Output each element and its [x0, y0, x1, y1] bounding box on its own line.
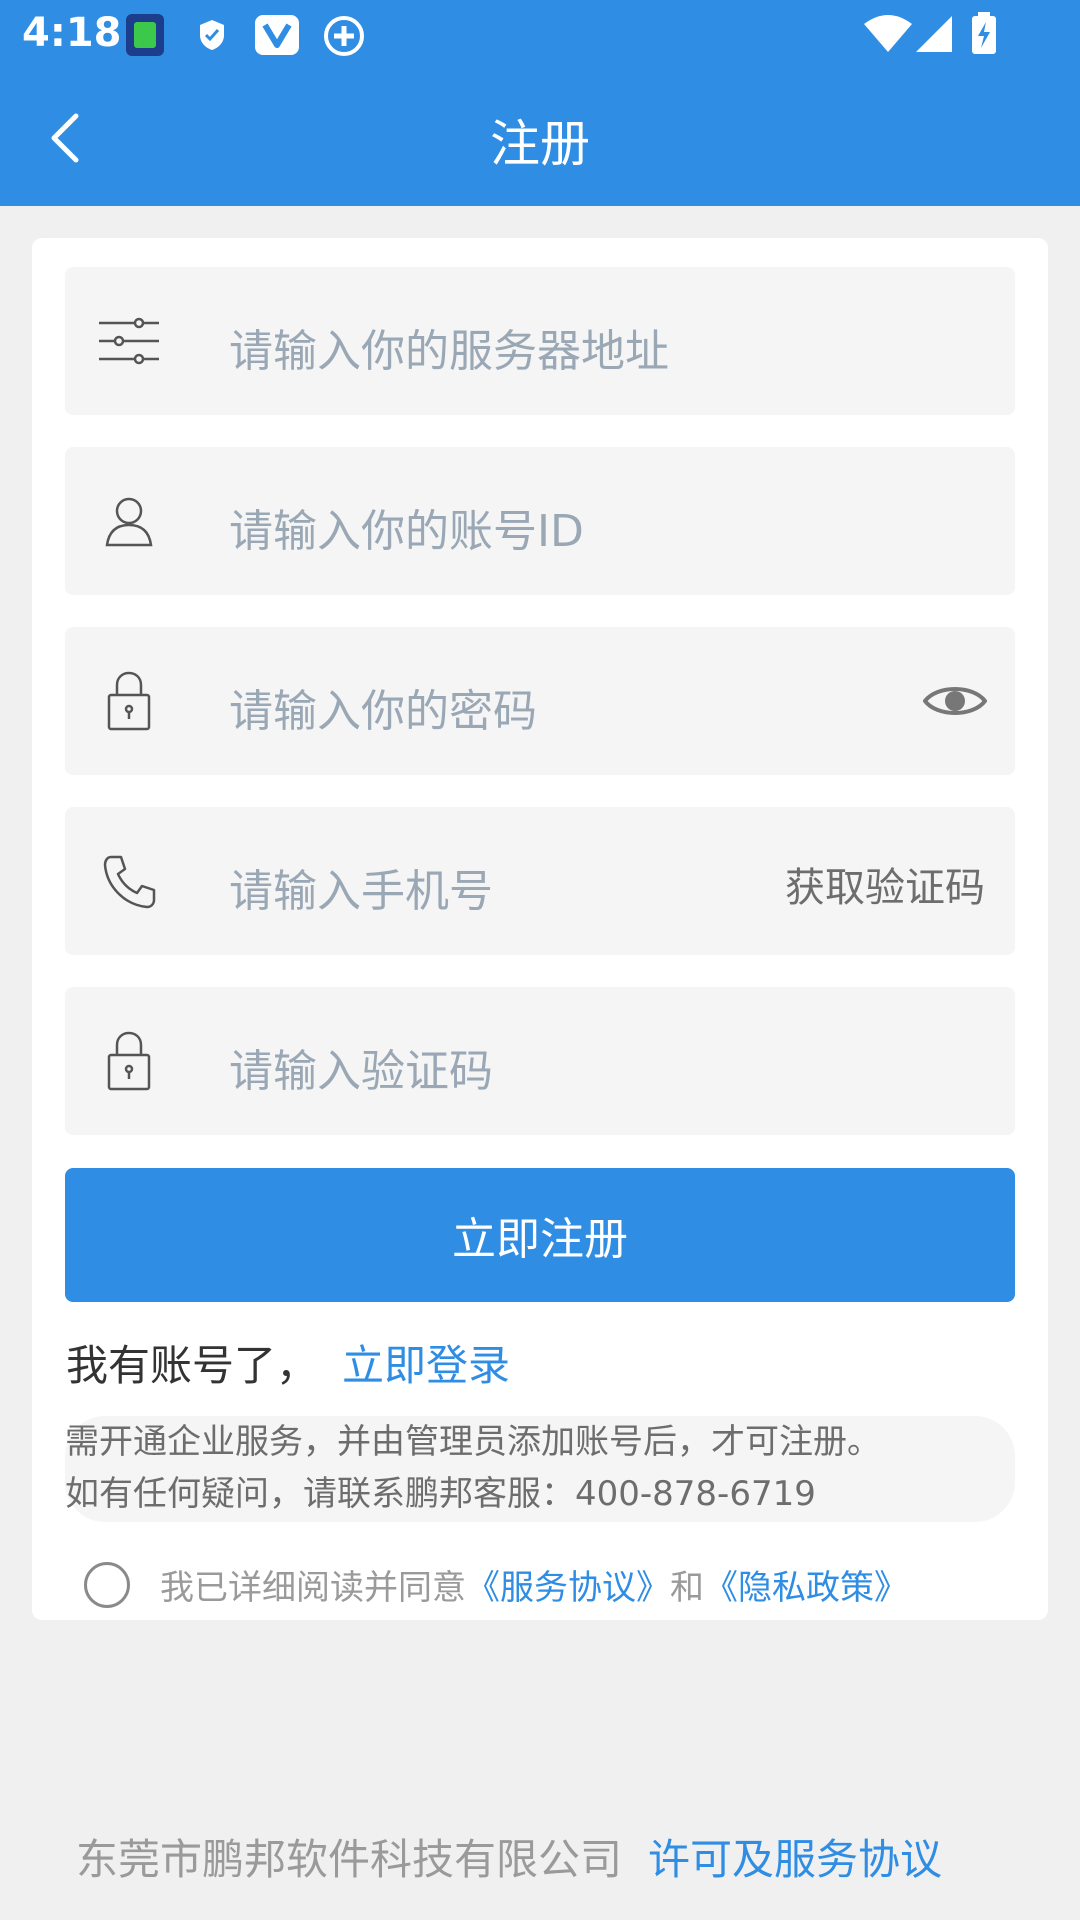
server-address-field[interactable]: 请输入你的服务器地址	[65, 267, 1015, 415]
footer: 东莞市鹏邦软件科技有限公司 许可及服务协议	[76, 1826, 942, 1887]
password-placeholder: 请输入你的密码	[229, 686, 537, 737]
status-bar: 4:18	[0, 0, 1080, 70]
password-field[interactable]: 请输入你的密码	[65, 627, 1015, 775]
login-prompt: 我有账号了， 立即登录	[66, 1332, 510, 1393]
phone-field[interactable]: 请输入手机号 获取验证码	[65, 807, 1015, 955]
agreement-and: 和	[670, 1568, 704, 1608]
app-notification-icon	[126, 14, 164, 56]
server-address-placeholder: 请输入你的服务器地址	[229, 326, 669, 377]
account-id-placeholder: 请输入你的账号ID	[229, 506, 584, 557]
license-agreement-link[interactable]: 许可及服务协议	[648, 1835, 942, 1884]
notice-box: 需开通企业服务，并由管理员添加账号后，才可注册。 如有任何疑问，请联系鹏邦客服：…	[65, 1416, 1015, 1522]
agreement-prefix: 我已详细阅读并同意	[160, 1568, 466, 1608]
company-name: 东莞市鹏邦软件科技有限公司	[76, 1835, 623, 1884]
user-icon	[105, 497, 153, 547]
agreement-radio[interactable]	[84, 1561, 130, 1608]
settings-sliders-icon	[99, 317, 159, 365]
account-id-field[interactable]: 请输入你的账号ID	[65, 447, 1015, 595]
add-circle-icon	[324, 16, 364, 56]
phone-placeholder: 请输入手机号	[229, 866, 493, 917]
notice-line-2: 如有任何疑问，请联系鹏邦客服：400-878-6719	[65, 1474, 816, 1514]
lock-icon	[107, 1031, 151, 1091]
wifi-icon	[864, 15, 912, 52]
status-time: 4:18	[22, 10, 122, 56]
notice-line-1: 需开通企业服务，并由管理员添加账号后，才可注册。	[65, 1422, 881, 1462]
battery-charging-icon	[972, 12, 996, 54]
lock-icon	[107, 671, 151, 731]
page-title: 注册	[490, 115, 590, 173]
login-link[interactable]: 立即登录	[342, 1341, 510, 1390]
service-agreement-link[interactable]: 《服务协议》	[466, 1560, 670, 1609]
login-prompt-text: 我有账号了，	[66, 1341, 319, 1390]
verification-code-field[interactable]: 请输入验证码	[65, 987, 1015, 1135]
cellular-signal-icon	[916, 16, 952, 52]
get-code-button[interactable]: 获取验证码	[785, 855, 985, 913]
eye-icon[interactable]	[923, 679, 987, 723]
phone-icon	[103, 855, 156, 909]
register-button[interactable]: 立即注册	[65, 1168, 1015, 1302]
register-card: 请输入你的服务器地址 请输入你的账号ID 请输入你的密码 请输入手机号 获取验证…	[32, 238, 1048, 1620]
agreement-row: 我已详细阅读并同意 《服务协议》 和 《隐私政策》	[84, 1560, 908, 1609]
v-app-icon	[255, 15, 299, 55]
privacy-policy-link[interactable]: 《隐私政策》	[704, 1560, 908, 1609]
verification-code-placeholder: 请输入验证码	[229, 1046, 493, 1097]
app-bar: 注册	[0, 70, 1080, 206]
shield-icon	[200, 20, 224, 50]
